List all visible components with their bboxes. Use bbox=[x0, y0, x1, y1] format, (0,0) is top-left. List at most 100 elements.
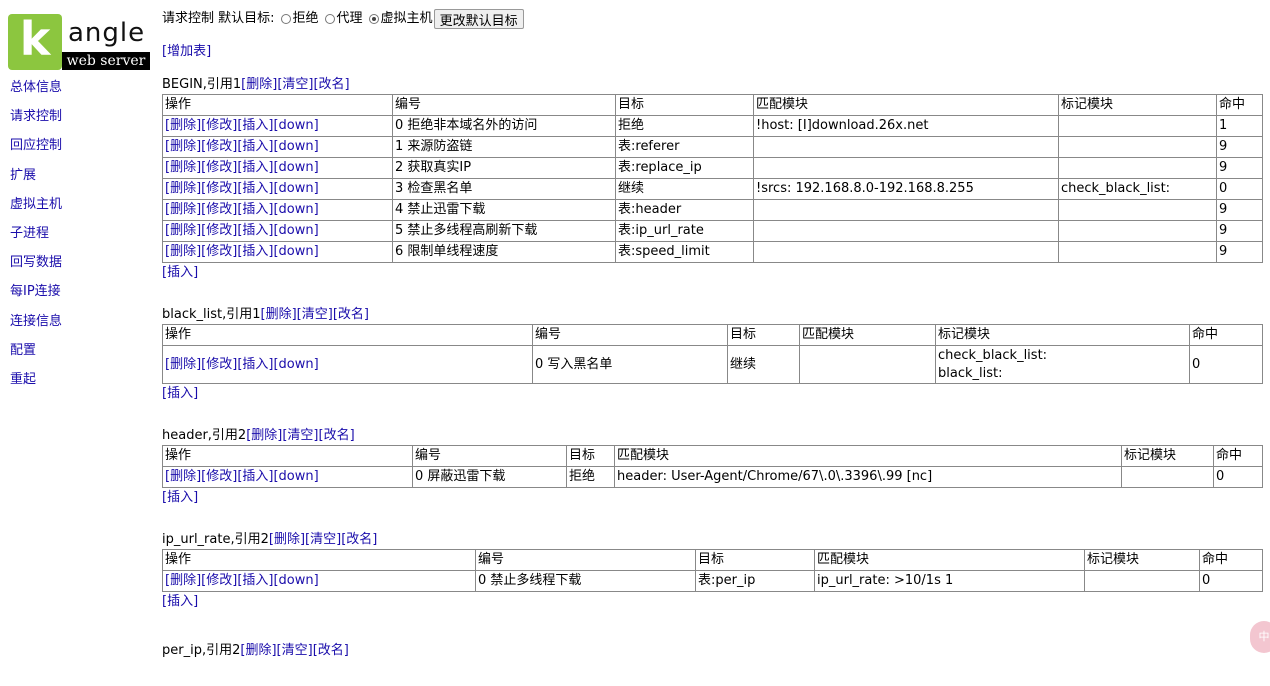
rename-table-link[interactable]: [改名] bbox=[313, 77, 349, 92]
row-edit-link[interactable]: [修改] bbox=[201, 181, 237, 196]
radio-proxy[interactable] bbox=[324, 14, 335, 24]
row-insert-link[interactable]: [插入] bbox=[237, 223, 273, 238]
row-down-link[interactable]: [down] bbox=[273, 181, 318, 196]
table-name: per_ip,引用2 bbox=[162, 643, 241, 658]
delete-table-link[interactable]: [删除] bbox=[269, 532, 305, 547]
row-delete-link[interactable]: [删除] bbox=[165, 202, 201, 217]
row-delete-link[interactable]: [删除] bbox=[165, 469, 201, 484]
row-id: 0 屏蔽迅雷下载 bbox=[412, 466, 567, 488]
row-down-link[interactable]: [down] bbox=[273, 118, 318, 133]
row-delete-link[interactable]: [删除] bbox=[165, 160, 201, 175]
rules-table: 操作 编号 目标 匹配模块 标记模块 命中 [删除][修改][插入][down]… bbox=[162, 94, 1263, 263]
clear-table-link[interactable]: [清空] bbox=[305, 532, 341, 547]
row-insert-link[interactable]: [插入] bbox=[237, 573, 273, 588]
row-hit: 9 bbox=[1216, 136, 1263, 158]
table-header-row: 操作 编号 目标 匹配模块 标记模块 命中 bbox=[162, 549, 1263, 571]
row-edit-link[interactable]: [修改] bbox=[201, 573, 237, 588]
row-insert-link[interactable]: [插入] bbox=[237, 160, 273, 175]
delete-table-link[interactable]: [删除] bbox=[261, 307, 297, 322]
row-match bbox=[799, 345, 936, 384]
row-delete-link[interactable]: [删除] bbox=[165, 118, 201, 133]
row-mark bbox=[1058, 157, 1217, 179]
row-delete-link[interactable]: [删除] bbox=[165, 223, 201, 238]
col-header-id: 编号 bbox=[392, 94, 616, 116]
row-delete-link[interactable]: [删除] bbox=[165, 139, 201, 154]
row-id: 5 禁止多线程高刷新下载 bbox=[392, 220, 616, 242]
row-edit-link[interactable]: [修改] bbox=[201, 357, 237, 372]
row-down-link[interactable]: [down] bbox=[273, 244, 318, 259]
nav-item-connection-info[interactable]: 连接信息 bbox=[10, 312, 62, 341]
row-target: 继续 bbox=[615, 178, 754, 200]
clear-table-link[interactable]: [清空] bbox=[277, 77, 313, 92]
insert-rule-link[interactable]: [插入] bbox=[162, 490, 198, 505]
row-insert-link[interactable]: [插入] bbox=[237, 139, 273, 154]
nav-item-overview[interactable]: 总体信息 bbox=[10, 78, 62, 107]
delete-table-link[interactable]: [删除] bbox=[246, 428, 282, 443]
delete-table-link[interactable]: [删除] bbox=[240, 643, 276, 658]
insert-rule-link[interactable]: [插入] bbox=[162, 265, 198, 280]
col-header-target: 目标 bbox=[566, 445, 615, 467]
row-insert-link[interactable]: [插入] bbox=[237, 469, 273, 484]
row-actions: [删除][修改][插入][down] bbox=[162, 466, 413, 488]
col-header-target: 目标 bbox=[615, 94, 754, 116]
table-row: [删除][修改][插入][down] 5 禁止多线程高刷新下载 表:ip_url… bbox=[162, 220, 1263, 242]
row-edit-link[interactable]: [修改] bbox=[201, 118, 237, 133]
nav-item-per-ip-connections[interactable]: 每IP连接 bbox=[10, 282, 62, 311]
rename-table-link[interactable]: [改名] bbox=[341, 532, 377, 547]
nav-item-request-control[interactable]: 请求控制 bbox=[10, 107, 62, 136]
col-header-id: 编号 bbox=[475, 549, 696, 571]
rename-table-link[interactable]: [改名] bbox=[313, 643, 349, 658]
row-delete-link[interactable]: [删除] bbox=[165, 181, 201, 196]
nav-item-writeback[interactable]: 回写数据 bbox=[10, 253, 62, 282]
row-hit: 9 bbox=[1216, 157, 1263, 179]
row-target: 表:ip_url_rate bbox=[615, 220, 754, 242]
row-delete-link[interactable]: [删除] bbox=[165, 573, 201, 588]
radio-virtual-host[interactable] bbox=[368, 14, 379, 24]
row-id: 0 拒绝非本域名外的访问 bbox=[392, 115, 616, 137]
row-down-link[interactable]: [down] bbox=[273, 469, 318, 484]
insert-rule-link[interactable]: [插入] bbox=[162, 594, 198, 609]
nav-item-extension[interactable]: 扩展 bbox=[10, 166, 62, 195]
row-edit-link[interactable]: [修改] bbox=[201, 469, 237, 484]
rename-table-link[interactable]: [改名] bbox=[319, 428, 355, 443]
row-delete-link[interactable]: [删除] bbox=[165, 357, 201, 372]
row-insert-link[interactable]: [插入] bbox=[237, 202, 273, 217]
row-mark bbox=[1058, 136, 1217, 158]
row-insert-link[interactable]: [插入] bbox=[237, 118, 273, 133]
row-down-link[interactable]: [down] bbox=[273, 139, 318, 154]
row-insert-link[interactable]: [插入] bbox=[237, 244, 273, 259]
row-edit-link[interactable]: [修改] bbox=[201, 244, 237, 259]
row-down-link[interactable]: [down] bbox=[273, 223, 318, 238]
rename-table-link[interactable]: [改名] bbox=[333, 307, 369, 322]
row-edit-link[interactable]: [修改] bbox=[201, 160, 237, 175]
table-name: ip_url_rate,引用2 bbox=[162, 532, 269, 547]
clear-table-link[interactable]: [清空] bbox=[277, 643, 313, 658]
row-insert-link[interactable]: [插入] bbox=[237, 357, 273, 372]
nav-item-config[interactable]: 配置 bbox=[10, 341, 62, 370]
nav-item-restart[interactable]: 重起 bbox=[10, 370, 62, 399]
nav-item-response-control[interactable]: 回应控制 bbox=[10, 136, 62, 165]
add-table-link[interactable]: [增加表] bbox=[162, 44, 211, 59]
clear-table-link[interactable]: [清空] bbox=[282, 428, 318, 443]
clear-table-link[interactable]: [清空] bbox=[297, 307, 333, 322]
insert-rule-link[interactable]: [插入] bbox=[162, 386, 198, 401]
sidebar: k angle web server 总体信息 请求控制 回应控制 扩展 虚拟主… bbox=[0, 0, 155, 686]
nav-item-subprocess[interactable]: 子进程 bbox=[10, 224, 62, 253]
row-edit-link[interactable]: [修改] bbox=[201, 139, 237, 154]
row-delete-link[interactable]: [删除] bbox=[165, 244, 201, 259]
row-down-link[interactable]: [down] bbox=[273, 160, 318, 175]
row-down-link[interactable]: [down] bbox=[273, 573, 318, 588]
row-insert-link[interactable]: [插入] bbox=[237, 181, 273, 196]
row-edit-link[interactable]: [修改] bbox=[201, 202, 237, 217]
floating-badge[interactable]: 中 bbox=[1250, 621, 1270, 653]
row-edit-link[interactable]: [修改] bbox=[201, 223, 237, 238]
change-default-target-button[interactable]: 更改默认目标 bbox=[433, 9, 524, 29]
delete-table-link[interactable]: [删除] bbox=[241, 77, 277, 92]
row-down-link[interactable]: [down] bbox=[273, 202, 318, 217]
table-row: [删除][修改][插入][down] 3 检查黑名单 继续 !srcs: 192… bbox=[162, 178, 1263, 200]
col-header-hit: 命中 bbox=[1216, 94, 1263, 116]
radio-deny[interactable] bbox=[280, 14, 291, 24]
mark-line: check_black_list: bbox=[938, 347, 1048, 363]
nav-item-virtual-host[interactable]: 虚拟主机 bbox=[10, 195, 62, 224]
row-down-link[interactable]: [down] bbox=[273, 357, 318, 372]
